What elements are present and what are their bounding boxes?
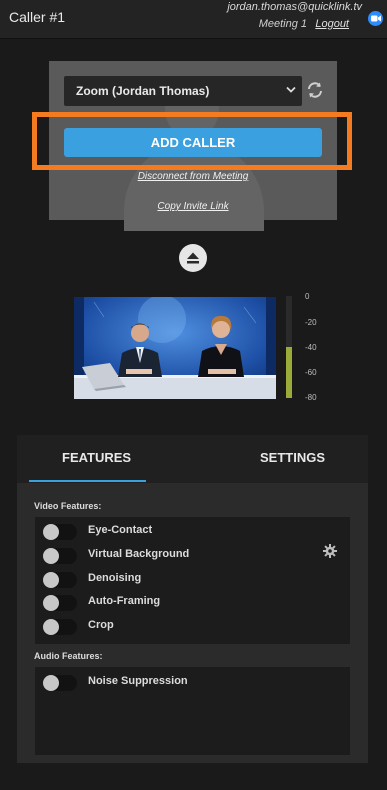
toggle-knob	[43, 595, 59, 611]
video-features-list: Eye-Contact Virtual Background Denoising…	[35, 517, 350, 644]
feature-label: Auto-Framing	[88, 595, 161, 607]
meter-label-60: -60	[305, 368, 317, 377]
video-features-heading: Video Features:	[34, 501, 102, 511]
audio-level-fill	[286, 347, 292, 398]
toggle-knob	[43, 619, 59, 635]
user-email: jordan.thomas@quicklink.tv	[227, 1, 362, 13]
audio-level-meter	[286, 296, 292, 398]
feature-label: Eye-Contact	[88, 524, 153, 536]
meeting-label: Meeting 1	[258, 18, 307, 30]
noise-suppression-toggle[interactable]	[43, 675, 77, 691]
tab-settings[interactable]: SETTINGS	[260, 450, 325, 465]
virtual-background-toggle[interactable]	[43, 548, 77, 564]
eject-button[interactable]	[179, 244, 207, 272]
disconnect-link[interactable]: Disconnect from Meeting	[49, 171, 337, 182]
tab-bar: FEATURES SETTINGS	[17, 435, 368, 483]
caller-control-panel: Zoom (Jordan Thomas) ADD CALLER Disconne…	[49, 61, 337, 231]
chevron-down-icon	[286, 86, 296, 93]
zoom-camera-icon	[368, 11, 383, 26]
toggle-knob	[43, 572, 59, 588]
meter-label-20: -20	[305, 318, 317, 327]
gear-icon[interactable]	[323, 544, 337, 558]
toggle-knob	[43, 524, 59, 540]
denoising-toggle[interactable]	[43, 572, 77, 588]
toggle-knob	[43, 548, 59, 564]
video-preview	[74, 297, 276, 399]
tab-features[interactable]: FEATURES	[62, 450, 131, 465]
meter-label-0: 0	[305, 292, 310, 301]
page-title: Caller #1	[9, 9, 66, 25]
add-caller-button[interactable]: ADD CALLER	[64, 128, 322, 157]
top-bar: Caller #1 jordan.thomas@quicklink.tv Mee…	[0, 0, 387, 39]
eye-contact-toggle[interactable]	[43, 524, 77, 540]
feature-label: Virtual Background	[88, 548, 190, 560]
audio-features-heading: Audio Features:	[34, 651, 103, 661]
meter-label-80: -80	[305, 393, 317, 402]
news-anchors-image	[74, 297, 276, 399]
caller-select[interactable]: Zoom (Jordan Thomas)	[64, 76, 302, 106]
audio-features-list: Noise Suppression	[35, 667, 350, 755]
eject-icon	[187, 252, 199, 264]
active-tab-indicator	[29, 480, 146, 482]
toggle-knob	[43, 675, 59, 691]
feature-label: Crop	[88, 619, 114, 631]
crop-toggle[interactable]	[43, 619, 77, 635]
auto-framing-toggle[interactable]	[43, 595, 77, 611]
feature-label: Denoising	[88, 572, 142, 584]
refresh-icon[interactable]	[306, 81, 324, 99]
meter-label-40: -40	[305, 343, 317, 352]
caller-select-value: Zoom (Jordan Thomas)	[76, 84, 210, 98]
features-panel: FEATURES SETTINGS Video Features: Eye-Co…	[17, 435, 368, 763]
copy-invite-link[interactable]: Copy Invite Link	[49, 201, 337, 212]
logout-link[interactable]: Logout	[315, 18, 349, 30]
feature-label: Noise Suppression	[88, 675, 188, 687]
